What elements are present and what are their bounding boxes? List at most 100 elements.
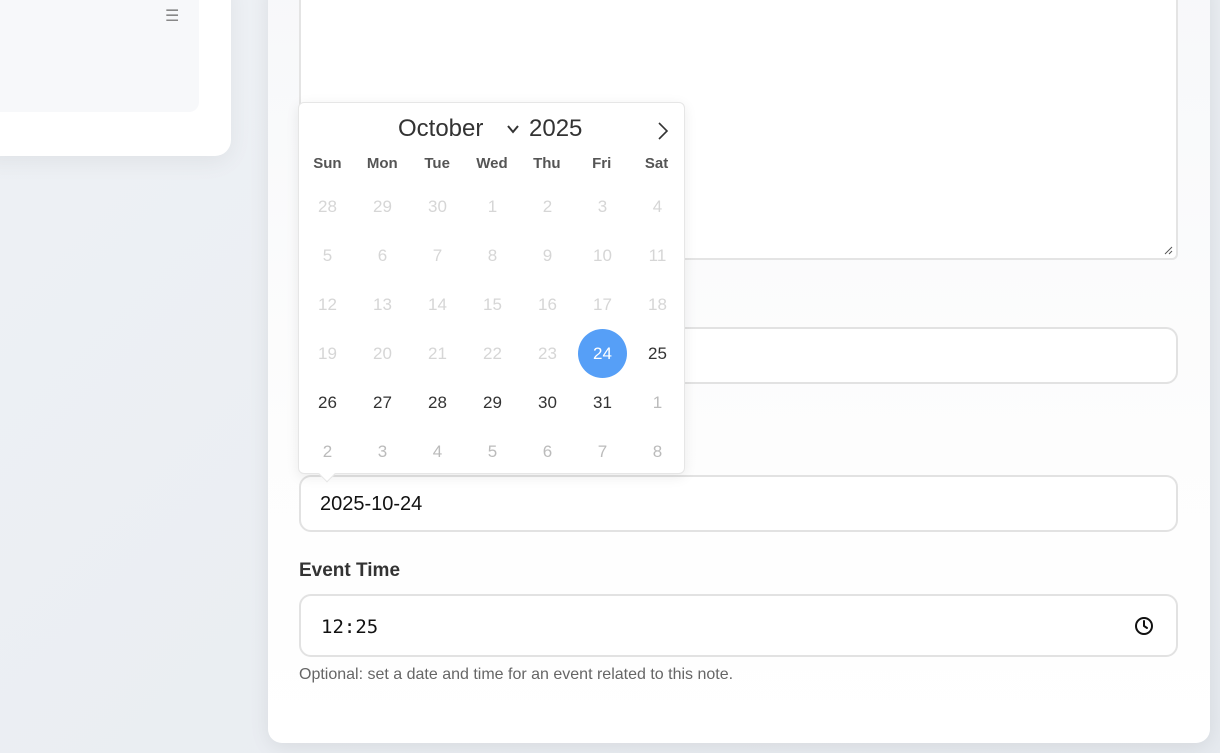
event-helper-text: Optional: set a date and time for an eve… — [299, 666, 734, 683]
calendar-day[interactable]: 12 — [300, 280, 355, 329]
calendar-day[interactable]: 13 — [355, 280, 410, 329]
calendar-day[interactable]: 7 — [410, 231, 465, 280]
calendar-day[interactable]: 23 — [520, 329, 575, 378]
event-time-label: Event Time — [299, 560, 401, 581]
calendar-day[interactable]: 11 — [630, 231, 685, 280]
weekday-label: Thu — [533, 155, 561, 172]
calendar-day-number: 5 — [322, 245, 333, 265]
calendar-day-number: 4 — [432, 441, 443, 461]
calendar-day[interactable]: 2 — [300, 427, 355, 476]
calendar-day[interactable]: 8 — [630, 427, 685, 476]
clock-icon[interactable] — [1134, 616, 1154, 636]
calendar-day-number: 1 — [652, 392, 663, 412]
calendar-day[interactable]: 1 — [630, 378, 685, 427]
calendar-day-number: 7 — [432, 245, 443, 265]
chevron-right-icon[interactable] — [651, 119, 675, 143]
calendar-day[interactable]: 5 — [300, 231, 355, 280]
weekday-label: Tue — [424, 155, 450, 172]
calendar-day-number: 3 — [597, 196, 608, 216]
calendar-day-number: 23 — [538, 343, 557, 363]
calendar-header: October 2025 — [299, 113, 684, 145]
calendar-day-number: 22 — [483, 343, 502, 363]
calendar-day[interactable]: 14 — [410, 280, 465, 329]
calendar-day-number: 3 — [377, 441, 388, 461]
calendar-day-number: 16 — [538, 294, 557, 314]
weekday-label: Sat — [644, 155, 669, 172]
calendar-day[interactable]: 4 — [630, 182, 685, 231]
date-picker-popup: October 2025 Sun Mon Tue Wed Thu Fri Sat 28 29 3… — [298, 102, 685, 483]
event-date-value: 2025-10-24 — [320, 493, 423, 515]
calendar-day[interactable]: 31 — [575, 378, 630, 427]
hamburger-icon[interactable]: ☰ — [165, 8, 179, 24]
calendar-day[interactable]: 7 — [575, 427, 630, 476]
calendar-day-number: 7 — [597, 441, 608, 461]
calendar-day-number: 30 — [428, 196, 447, 216]
calendar-day-number: 29 — [373, 196, 392, 216]
year-input[interactable]: 2025 — [529, 115, 582, 143]
calendar-day[interactable]: 27 — [355, 378, 410, 427]
calendar-day[interactable]: 21 — [410, 329, 465, 378]
calendar-day[interactable]: 3 — [575, 182, 630, 231]
calendar-day[interactable]: 22 — [465, 329, 520, 378]
calendar-day[interactable]: 19 — [300, 329, 355, 378]
calendar-day[interactable]: 10 — [575, 231, 630, 280]
calendar-day[interactable]: 6 — [520, 427, 575, 476]
calendar-day[interactable]: 8 — [465, 231, 520, 280]
weekday-label: Mon — [366, 155, 398, 172]
calendar-day[interactable]: 30 — [520, 378, 575, 427]
chevron-down-icon[interactable] — [506, 122, 520, 136]
calendar-day[interactable]: 20 — [355, 329, 410, 378]
calendar-day-number: 19 — [318, 343, 337, 363]
event-time-input[interactable]: 12:25 — [299, 594, 1178, 657]
calendar-day[interactable]: 5 — [465, 427, 520, 476]
calendar-day-number: 6 — [542, 441, 553, 461]
calendar-day-number: 28 — [318, 196, 337, 216]
calendar-day[interactable]: 30 — [410, 182, 465, 231]
calendar-day[interactable]: 3 — [355, 427, 410, 476]
calendar-day-number: 15 — [483, 294, 502, 314]
calendar-day-number: 14 — [428, 294, 447, 314]
calendar-day-number: 5 — [487, 441, 498, 461]
calendar-day[interactable]: 17 — [575, 280, 630, 329]
calendar-days-grid: 28 29 30 1 2 3 4 5 6 7 8 9 10 11 12 13 14 15 16 17 18 19 20 21 2… — [300, 182, 685, 476]
calendar-day-number: 8 — [487, 245, 498, 265]
calendar-day[interactable]: 26 — [300, 378, 355, 427]
calendar-day[interactable]: 6 — [355, 231, 410, 280]
calendar-day-number: 18 — [648, 294, 667, 314]
calendar-day-selected[interactable]: 24 — [575, 329, 630, 378]
calendar-day-number: 13 — [373, 294, 392, 314]
weekday-label: Wed — [476, 155, 508, 172]
calendar-day-number: 10 — [593, 245, 612, 265]
calendar-day[interactable]: 25 — [630, 329, 685, 378]
calendar-day-number: 2 — [542, 196, 553, 216]
calendar-day-number: 27 — [373, 392, 392, 412]
calendar-day[interactable]: 15 — [465, 280, 520, 329]
month-select[interactable]: October — [398, 115, 483, 143]
calendar-day-number: 29 — [483, 392, 502, 412]
calendar-day-number: 25 — [648, 343, 667, 363]
calendar-day[interactable]: 28 — [300, 182, 355, 231]
calendar-day-number: 12 — [318, 294, 337, 314]
sidebar-card: ☰ — [0, 0, 231, 156]
calendar-day[interactable]: 4 — [410, 427, 465, 476]
calendar-day[interactable]: 2 — [520, 182, 575, 231]
calendar-day[interactable]: 16 — [520, 280, 575, 329]
event-date-input[interactable]: 2025-10-24 — [299, 475, 1178, 532]
calendar-day[interactable]: 18 — [630, 280, 685, 329]
calendar-day-number: 9 — [542, 245, 553, 265]
calendar-day-number: 30 — [538, 392, 557, 412]
calendar-day-number: 26 — [318, 392, 337, 412]
calendar-day[interactable]: 29 — [355, 182, 410, 231]
calendar-day-number: 4 — [652, 196, 663, 216]
calendar-day[interactable]: 9 — [520, 231, 575, 280]
calendar-day-number: 11 — [648, 245, 667, 265]
calendar-day-number: 24 — [593, 343, 612, 363]
calendar-day-number: 2 — [322, 441, 333, 461]
event-time-value: 12:25 — [321, 616, 379, 638]
resize-handle-icon[interactable] — [1163, 245, 1173, 255]
calendar-day[interactable]: 1 — [465, 182, 520, 231]
calendar-day-number: 31 — [593, 392, 612, 412]
calendar-day[interactable]: 28 — [410, 378, 465, 427]
calendar-day[interactable]: 29 — [465, 378, 520, 427]
weekday-header: Sun Mon Tue Wed Thu Fri Sat — [299, 155, 684, 172]
